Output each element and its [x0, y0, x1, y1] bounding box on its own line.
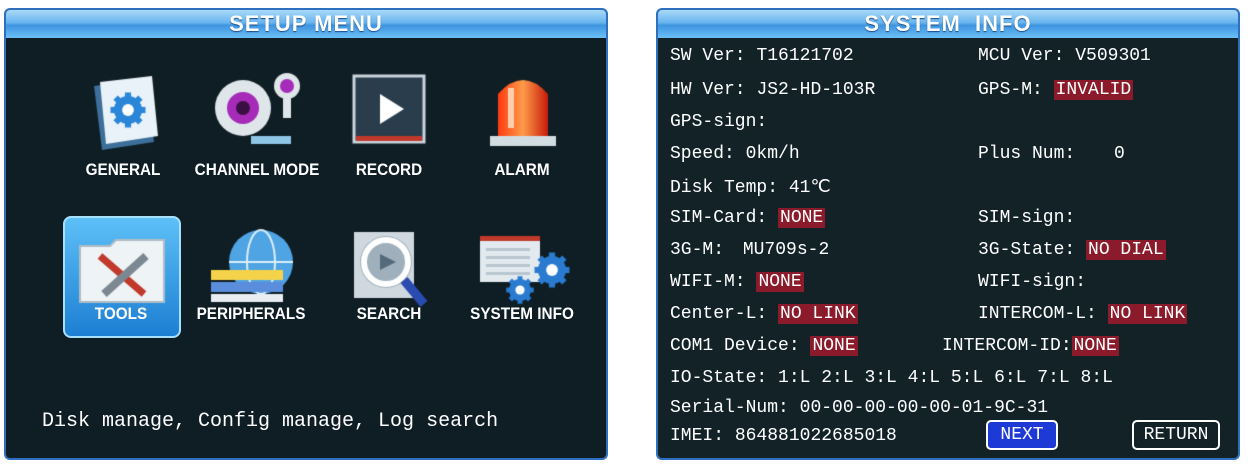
return-button[interactable]: RETURN [1132, 420, 1220, 450]
intercom-id-status: NONE [1071, 336, 1119, 356]
hw-version-label: HW Ver: [670, 80, 746, 100]
tools-icon [68, 222, 178, 312]
intercom-id-row: INTERCOM-ID: NONE [942, 336, 1119, 356]
tools-label: TOOLS [94, 304, 148, 323]
mcu-version-value: V509301 [1075, 46, 1151, 66]
general-label: GENERAL [85, 160, 161, 179]
gps-module-label: GPS-M: [978, 80, 1043, 100]
peripherals-label: PERIPHERALS [196, 304, 306, 323]
serial-num-label: Serial-Num: [670, 398, 789, 418]
gps-module-status: INVALID [1053, 80, 1134, 100]
sim-sign-label: SIM-sign: [978, 208, 1076, 228]
3g-module-label: 3G-M: [670, 240, 725, 260]
io-state-row: IO-State: 1:L 2:L 3:L 4:L 5:L 6:L 7:L 8:… [670, 368, 1113, 388]
channel-mode-label: CHANNEL MODE [194, 160, 320, 179]
intercom-id-label: INTERCOM-ID: [942, 336, 1072, 356]
sw-version-label: SW Ver: [670, 46, 746, 66]
speed-value: 0km/h [745, 144, 800, 164]
com1-device-row: COM1 Device: NONE [670, 336, 858, 356]
magnifier-icon [336, 222, 446, 312]
center-link-row: Center-L: NO LINK [670, 304, 858, 324]
serial-num-value: 00-00-00-00-00-01-9C-31 [799, 398, 1049, 418]
imei-value: 864881022685018 [734, 426, 897, 446]
intercom-link-row: INTERCOM-L: NO LINK [978, 304, 1188, 324]
sim-card-label: SIM-Card: [670, 208, 768, 228]
sw-version-value: T16121702 [756, 46, 854, 66]
menu-status-text: Disk manage, Config manage, Log search [42, 410, 499, 433]
alarm-light-icon [468, 66, 578, 156]
gps-sign-label: GPS-sign: [670, 112, 768, 132]
sw-version-row: SW Ver: T16121702 [670, 46, 854, 66]
setup-menu-title: SETUP MENU [6, 10, 606, 38]
record-label: RECORD [355, 160, 423, 179]
wifi-module-row: WIFI-M: NONE [670, 272, 804, 292]
mcu-version-row: MCU Ver: V509301 [978, 46, 1151, 66]
system-info-panel: SYSTEM INFO SW Ver: T16121702 MCU Ver: V… [656, 8, 1240, 460]
setup-menu-panel: SETUP MENU GENERAL CHANNEL MODE RECORD A… [4, 8, 608, 460]
serial-num-row: Serial-Num: 00-00-00-00-00-01-9C-31 [670, 398, 1048, 418]
3g-module-value: MU709s-2 [742, 240, 830, 260]
com1-device-label: COM1 Device: [670, 336, 800, 356]
plus-num-row: Plus Num: 0 [978, 144, 1125, 164]
document-gear-icon [76, 66, 186, 156]
com1-device-status: NONE [810, 336, 858, 356]
gps-module-row: GPS-M: INVALID [978, 80, 1134, 100]
center-link-status: NO LINK [778, 304, 858, 324]
3g-state-row: 3G-State: NO DIAL [978, 240, 1166, 260]
search-label: SEARCH [356, 304, 422, 323]
speed-label: Speed: [670, 144, 735, 164]
disk-temp-label: Disk Temp: [670, 178, 779, 198]
3g-module-row: 3G-M: MU709s-2 [670, 240, 829, 260]
next-button[interactable]: NEXT [986, 420, 1058, 450]
intercom-link-label: INTERCOM-L: [978, 304, 1097, 324]
webcam-icon [201, 66, 311, 156]
globe-network-icon [201, 222, 311, 312]
video-play-icon [336, 66, 446, 156]
wifi-sign-label: WIFI-sign: [978, 272, 1087, 292]
io-state-label: IO-State: [670, 368, 768, 388]
intercom-link-status: NO LINK [1107, 304, 1188, 324]
disk-temp-value: 41℃ [788, 178, 831, 198]
center-link-label: Center-L: [670, 304, 768, 324]
system-gear-icon [468, 222, 578, 312]
sim-card-status: NONE [778, 208, 826, 228]
sim-card-row: SIM-Card: NONE [670, 208, 826, 228]
imei-label: IMEI: [670, 426, 725, 446]
imei-row: IMEI: 864881022685018 [670, 426, 897, 446]
system-info-title: SYSTEM INFO [658, 10, 1238, 38]
3g-state-label: 3G-State: [978, 240, 1076, 260]
alarm-label: ALARM [494, 160, 550, 179]
plus-num-value: 0 [1114, 144, 1125, 164]
wifi-module-label: WIFI-M: [670, 272, 746, 292]
3g-state-status: NO DIAL [1086, 240, 1166, 260]
io-state-value: 1:L 2:L 3:L 4:L 5:L 6:L 7:L 8:L [778, 368, 1113, 388]
hw-version-value: JS2-HD-103R [756, 80, 876, 100]
plus-num-label: Plus Num: [978, 144, 1076, 164]
system-info-label: SYSTEM INFO [470, 304, 574, 323]
disk-temp-row: Disk Temp: 41℃ [670, 176, 831, 198]
hw-version-row: HW Ver: JS2-HD-103R [670, 80, 875, 100]
wifi-module-status: NONE [756, 272, 804, 292]
speed-row: Speed: 0km/h [670, 144, 800, 164]
mcu-version-label: MCU Ver: [978, 46, 1065, 66]
